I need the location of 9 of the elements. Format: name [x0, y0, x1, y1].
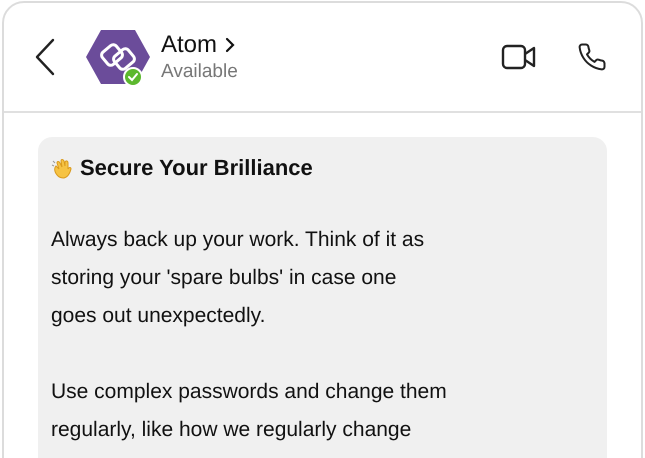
- message-paragraph: Always back up your work. Think of it as storing your 'spare bulbs' in case one goes out unexpectedly.: [51, 227, 424, 329]
- video-call-icon[interactable]: [501, 43, 537, 71]
- contact-name[interactable]: Atom: [161, 30, 218, 60]
- message-title: Secure Your Brilliance: [80, 154, 313, 182]
- avatar-hexagon-icon: [85, 29, 151, 85]
- message-paragraph: Use complex passwords and change them regularly, like how we regularly change: [51, 379, 447, 443]
- presence-status: Available: [161, 60, 238, 84]
- back-icon[interactable]: [34, 38, 56, 76]
- chevron-right-icon[interactable]: [225, 37, 236, 53]
